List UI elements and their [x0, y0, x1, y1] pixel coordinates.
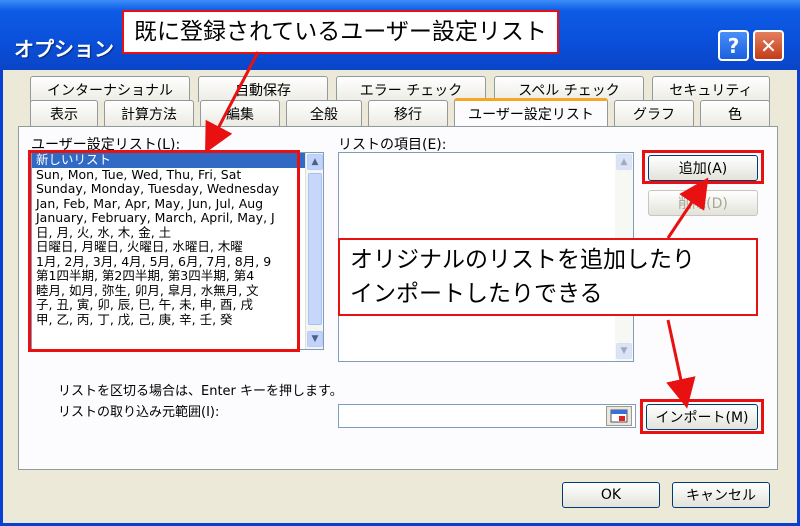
arrow-to-add-button — [666, 177, 709, 239]
arrow-to-custom-lists — [205, 51, 260, 154]
annotation-arrows — [205, 51, 709, 409]
arrow-to-import-button — [666, 319, 696, 409]
